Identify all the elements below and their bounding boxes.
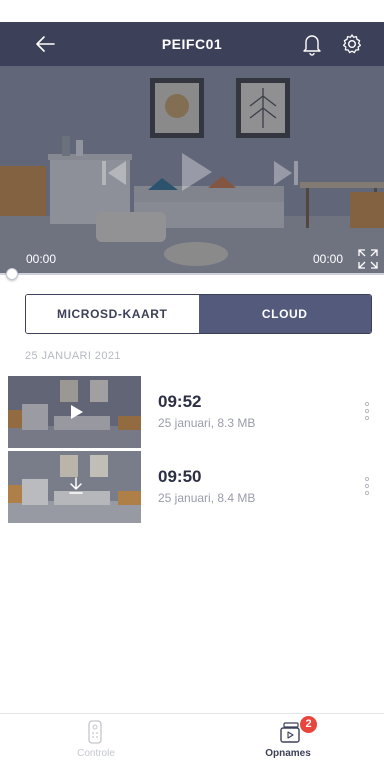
skip-back-icon[interactable] xyxy=(98,158,132,188)
source-toggle: MICROSD-KAART CLOUD xyxy=(25,294,372,334)
recording-thumbnail xyxy=(8,376,141,448)
play-icon xyxy=(71,405,83,419)
recording-meta: 25 januari, 8.3 MB xyxy=(158,416,256,430)
seek-handle[interactable] xyxy=(6,268,18,280)
tab-label: Controle xyxy=(77,748,115,759)
elapsed-time: 00:00 xyxy=(26,252,57,266)
bottom-tab-bar: Controle Opnames xyxy=(0,713,384,761)
date-section-header: 25 JANUARI 2021 xyxy=(25,350,121,362)
bell-icon[interactable] xyxy=(301,32,323,56)
status-bar xyxy=(0,0,384,22)
more-options-icon[interactable] xyxy=(360,400,374,422)
recording-item[interactable]: 09:50 25 januari, 8.4 MB xyxy=(0,451,384,523)
recording-thumbnail xyxy=(8,451,141,523)
fullscreen-icon[interactable] xyxy=(357,248,379,270)
recording-time: 09:52 xyxy=(158,392,202,411)
skip-forward-icon[interactable] xyxy=(268,158,302,188)
seek-bar[interactable] xyxy=(0,273,384,275)
video-player[interactable]: 00:00 00:00 xyxy=(0,66,384,274)
header: PEIFC01 xyxy=(0,22,384,66)
tab-microsd[interactable]: MICROSD-KAART xyxy=(26,295,199,333)
recordings-icon xyxy=(280,722,300,743)
tab-cloud[interactable]: CLOUD xyxy=(198,295,371,333)
gear-icon[interactable] xyxy=(340,32,364,56)
download-icon xyxy=(69,477,83,494)
remote-icon xyxy=(88,720,102,744)
play-icon[interactable] xyxy=(176,150,216,194)
total-time: 00:00 xyxy=(313,252,344,266)
tab-opnames[interactable]: Opnames xyxy=(192,714,384,761)
recording-item[interactable]: 09:52 25 januari, 8.3 MB xyxy=(0,376,384,448)
more-options-icon[interactable] xyxy=(360,475,374,497)
notification-badge: 2 xyxy=(300,716,317,733)
recording-time: 09:50 xyxy=(158,467,202,486)
tab-controle[interactable]: Controle xyxy=(0,714,192,761)
page-title: PEIFC01 xyxy=(161,36,223,52)
recording-meta: 25 januari, 8.4 MB xyxy=(158,491,256,505)
tab-label: Opnames xyxy=(265,748,311,759)
